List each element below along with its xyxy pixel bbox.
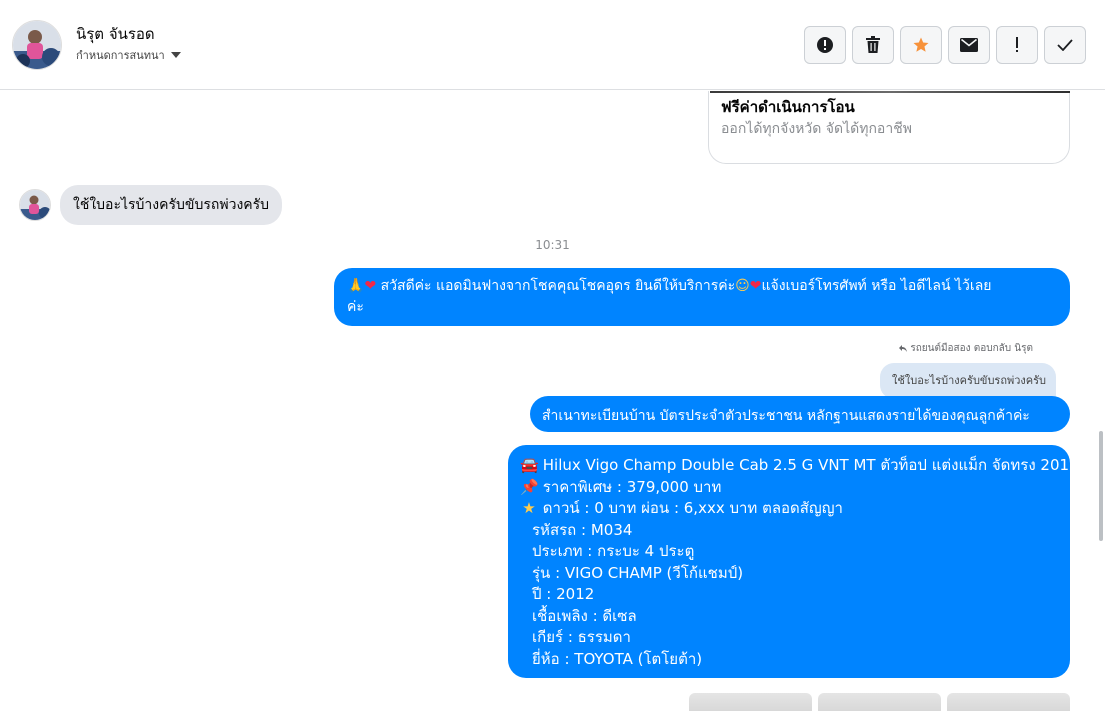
mark-unread-button[interactable] [948,26,990,64]
listing-brand: ยี่ห้อ : TOYOTA (โตโยต้า) [532,649,703,668]
check-icon [1057,39,1073,51]
reply-indicator-text: รถยนต์มือสอง ตอบกลับ นิรุต [910,343,1033,354]
listing-price: ราคาพิเศษ : 379,000 บาท [542,477,722,496]
sender-avatar[interactable] [19,189,51,221]
message-thread[interactable]: ฟรีค่าดำเนินการโอน ออกได้ทุกจังหวัด จัดไ… [0,91,1105,711]
image-attachments [689,693,1070,711]
pray-emoji-icon: 🙏 [347,278,365,294]
ad-card-title: ฟรีค่าดำเนินการโอน [721,98,855,116]
image-thumbnail[interactable] [947,693,1070,711]
greeting-text-line2: ค่ะ [347,299,364,315]
envelope-icon [960,38,978,52]
conversation-assign-dropdown[interactable]: กำหนดการสนทนา [76,46,181,64]
delete-button[interactable] [852,26,894,64]
listing-title: Hilux Vigo Champ Double Cab 2.5 G VNT MT… [542,456,1079,474]
smile-emoji-icon: ☺ [735,278,750,294]
star-icon [913,37,929,52]
scrollbar-thumb[interactable] [1099,431,1103,541]
ad-card[interactable]: ฟรีค่าดำเนินการโอน ออกได้ทุกจังหวัด จัดไ… [708,91,1070,164]
caret-down-icon [170,52,181,58]
listing-year: ปี : 2012 [532,585,595,603]
contact-avatar[interactable] [12,20,62,70]
listing-type: ประเภท : กระบะ 4 ประตู [532,542,695,560]
star-button[interactable] [900,26,942,64]
outgoing-message-greeting[interactable]: 🙏❤ สวัสดีค่ะ แอดมินฟางจากโชคคุณโชคอุดร ย… [334,268,1070,326]
conversation-assign-label: กำหนดการสนทนา [76,49,165,62]
greeting-text-cont: แจ้งเบอร์โทรศัพท์ หรือ ไอดีไลน์ ไว้เลย [761,278,992,294]
reply-arrow-icon [899,345,908,352]
image-thumbnail[interactable] [818,693,941,711]
listing-model: รุ่น : VIGO CHAMP (วีโก้แชมป์) [532,563,744,582]
listing-code: รหัสรถ : M034 [532,520,633,539]
ad-card-subtitle: ออกได้ทุกจังหวัด จัดได้ทุกอาชีพ [721,121,912,137]
listing-down-payment: ดาวน์ : 0 บาท ผ่อน : 6,xxx บาท ตลอดสัญญา [542,499,843,517]
heart-emoji-icon: ❤ [749,278,762,294]
contact-name[interactable]: นิรุต จันรอด [76,22,155,46]
outgoing-message-listing[interactable]: 🚘 Hilux Vigo Champ Double Cab 2.5 G VNT … [508,445,1079,678]
scrollbar[interactable] [1095,91,1105,711]
outgoing-message-documents[interactable]: สำเนาทะเบียนบ้าน บัตรประจำตัวประชาชน หลั… [530,396,1070,432]
exclamation-icon [1016,37,1018,52]
follow-up-button[interactable] [996,26,1038,64]
heart-emoji-icon: ❤ [364,278,377,294]
reply-indicator: รถยนต์มือสอง ตอบกลับ นิรุต [899,341,1033,356]
header-actions [804,26,1086,64]
ad-card-image [710,91,1070,93]
alert-circle-icon [817,37,833,53]
listing-gear: เกียร์ : ธรรมดา [532,628,631,646]
report-button[interactable] [804,26,846,64]
conversation-header: นิรุต จันรอด กำหนดการสนทนา [0,0,1105,90]
incoming-message[interactable]: ใช้ใบอะไรบ้างครับขับรถพ่วงครับ [60,185,283,225]
image-thumbnail[interactable] [689,693,812,711]
greeting-text: สวัสดีค่ะ แอดมินฟางจากโชคคุณโชคอุดร ยินด… [380,278,736,294]
car-emoji-icon: 🚘 [520,456,539,474]
star-emoji-icon: ★ [522,499,536,517]
message-timestamp: 10:31 [535,238,570,252]
pushpin-emoji-icon: 📌 [520,477,539,496]
done-button[interactable] [1044,26,1086,64]
trash-icon [866,36,880,53]
quoted-message[interactable]: ใช้ใบอะไรบ้างครับขับรถพ่วงครับ [880,363,1057,399]
listing-fuel: เชื้อเพลิง : ดีเซล [532,606,637,625]
